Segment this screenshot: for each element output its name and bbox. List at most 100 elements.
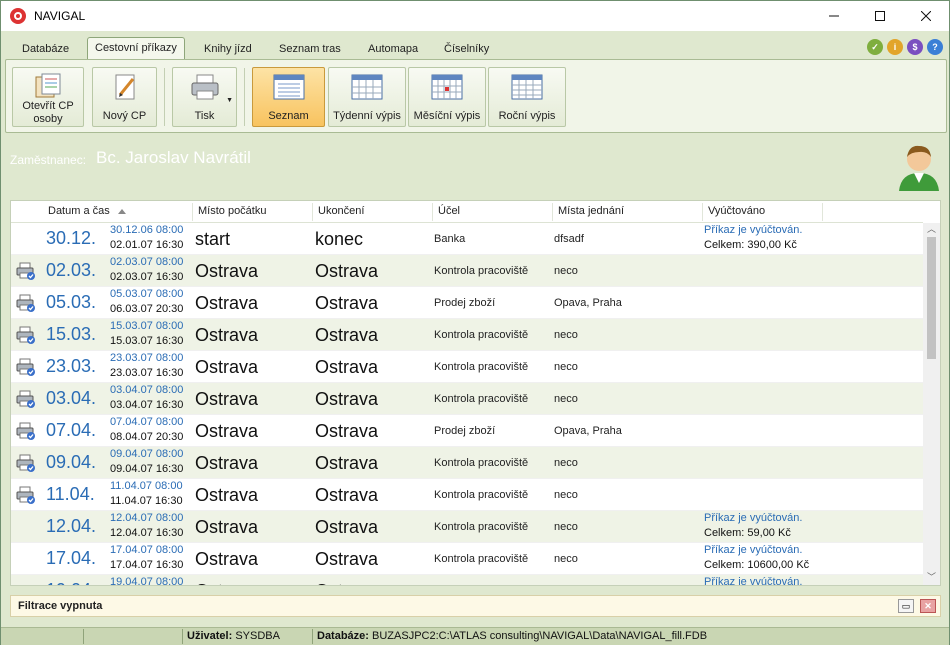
row-date: 15.03.: [46, 324, 97, 344]
row-start-place: Ostrava: [195, 325, 259, 345]
help-icon[interactable]: ?: [927, 39, 943, 55]
printer-icon: [189, 72, 221, 102]
new-cp-button[interactable]: Nový CP: [92, 67, 157, 127]
print-button[interactable]: Tisk ▼: [172, 67, 237, 127]
row-end-place: Ostrava: [315, 517, 379, 537]
row-start-time: 09.04.07 08:00: [110, 448, 184, 460]
column-header-mista-jednani[interactable]: Místa jednání: [558, 205, 624, 221]
table-row[interactable]: 07.04. 07.04.07 08:00 08.04.07 20:30 Ostrav…: [11, 415, 923, 447]
row-start-place: Ostrava: [195, 293, 259, 313]
tab-knihy-jizd[interactable]: Knihy jízd: [194, 39, 262, 59]
table-row[interactable]: 15.03. 15.03.07 08:00 15.03.07 16:30 Ostrav…: [11, 319, 923, 351]
info-icon[interactable]: i: [887, 39, 903, 55]
row-purpose: Banka: [434, 233, 466, 245]
row-end-time: 08.04.07 20:30: [110, 431, 184, 443]
tab-cestovni-prikazy[interactable]: Cestovní příkazy: [87, 37, 185, 60]
row-purpose: Kontrola pracoviště: [434, 361, 529, 373]
view-weekly-label: Týdenní výpis: [333, 110, 401, 122]
view-list-button[interactable]: Seznam: [252, 67, 325, 127]
view-monthly-button[interactable]: Měsíční výpis: [408, 67, 486, 127]
row-purpose: Kontrola pracoviště: [434, 393, 529, 405]
table-row[interactable]: 05.03. 05.03.07 08:00 06.03.07 20:30 Ostrav…: [11, 287, 923, 319]
row-meeting-places: dfsadf: [554, 233, 584, 245]
orders-grid: Datum a čas Místo počátku Ukončení Účel …: [10, 200, 941, 586]
table-row[interactable]: 02.03. 02.03.07 08:00 02.03.07 16:30 Ostrav…: [11, 255, 923, 287]
row-start-time: 02.03.07 08:00: [110, 256, 184, 268]
column-header-misto-pocatku[interactable]: Místo počátku: [198, 205, 266, 221]
column-header-ucel[interactable]: Účel: [438, 205, 460, 221]
row-purpose: Kontrola pracoviště: [434, 553, 529, 565]
row-date: 09.04.: [46, 452, 97, 472]
filter-edit-button[interactable]: ▭: [898, 599, 914, 613]
table-row[interactable]: 03.04. 03.04.07 08:00 03.04.07 16:30 Ostrav…: [11, 383, 923, 415]
filter-clear-button[interactable]: ✕: [920, 599, 936, 613]
tab-seznam-tras[interactable]: Seznam tras: [269, 39, 351, 59]
row-end-time: 02.03.07 16:30: [110, 271, 184, 283]
row-meeting-places: neco: [554, 265, 578, 277]
row-start-time: 19.04.07 08:00: [110, 576, 184, 586]
filter-status: Filtrace vypnuta: [18, 600, 103, 612]
table-row[interactable]: 30.12. 30.12.06 08:00 02.01.07 16:30 start k…: [11, 223, 923, 255]
close-button[interactable]: [903, 1, 949, 31]
scroll-up-icon[interactable]: ︿: [927, 225, 936, 234]
maximize-icon: [875, 11, 885, 21]
minimize-icon: [829, 15, 839, 17]
column-header-ukonceni[interactable]: Ukončení: [318, 205, 364, 221]
row-end-time: 06.03.07 20:30: [110, 303, 184, 315]
table-row[interactable]: 09.04. 09.04.07 08:00 09.04.07 16:30 Ostrav…: [11, 447, 923, 479]
row-start-place: Ostrava: [195, 453, 259, 473]
row-end-time: 03.04.07 16:30: [110, 399, 184, 411]
row-start-place: Ostrava: [195, 389, 259, 409]
maximize-button[interactable]: [857, 1, 903, 31]
minimize-button[interactable]: [811, 1, 857, 31]
tab-ciselniky[interactable]: Číselníky: [434, 39, 499, 59]
row-start-place: Ostrava: [195, 485, 259, 505]
tab-automapa[interactable]: Automapa: [358, 39, 428, 59]
table-row[interactable]: 12.04. 12.04.07 08:00 12.04.07 16:30 Ostrav…: [11, 511, 923, 543]
row-meeting-places: neco: [554, 393, 578, 405]
view-yearly-button[interactable]: Roční výpis: [488, 67, 566, 127]
printed-check-icon: [16, 294, 36, 312]
scroll-down-icon[interactable]: ﹀: [927, 573, 936, 582]
row-date: 11.04.: [46, 484, 95, 504]
new-cp-label: Nový CP: [102, 110, 147, 122]
grid-header: Datum a čas Místo počátku Ukončení Účel …: [11, 201, 923, 223]
edit-check-icon[interactable]: ✓: [867, 39, 883, 55]
row-end-time: 11.04.07 16:30: [110, 495, 183, 507]
tab-databaze[interactable]: Databáze: [12, 39, 79, 59]
row-start-time: 03.04.07 08:00: [110, 384, 184, 396]
row-settled-total: Celkem: 390,00 Kč: [704, 239, 797, 251]
row-start-place: Ostrava: [195, 549, 259, 569]
row-end-time: 23.03.07 16:30: [110, 367, 184, 379]
row-end-place: Ostrava: [315, 421, 379, 441]
row-settled-total: Celkem: 59,00 Kč: [704, 527, 791, 539]
row-purpose: Prodej zboží: [434, 425, 496, 437]
printed-check-icon: [16, 422, 36, 440]
row-end-place: Ostrava: [315, 389, 379, 409]
title-bar: NAVIGAL: [1, 1, 949, 31]
scrollbar-thumb[interactable]: [927, 237, 936, 359]
column-header-vyuctovano[interactable]: Vyúčtováno: [708, 205, 765, 221]
row-end-place: Ostrava: [315, 293, 379, 313]
printed-check-icon: [16, 486, 36, 504]
view-yearly-label: Roční výpis: [498, 110, 556, 122]
chevron-down-icon[interactable]: ▼: [226, 94, 233, 107]
row-meeting-places: neco: [554, 361, 578, 373]
table-row[interactable]: 19.04. 19.04.07 08:00 Ostrava Ostrava Příkaz…: [11, 575, 923, 586]
row-purpose: Kontrola pracoviště: [434, 457, 529, 469]
row-start-time: 15.03.07 08:00: [110, 320, 184, 332]
table-row[interactable]: 23.03. 23.03.07 08:00 23.03.07 16:30 Ostrav…: [11, 351, 923, 383]
user-avatar-icon[interactable]: [897, 143, 941, 191]
row-end-place: Ostrava: [315, 261, 379, 281]
table-row[interactable]: 17.04. 17.04.07 08:00 17.04.07 16:30 Ostrav…: [11, 543, 923, 575]
column-header-datum[interactable]: Datum a čas: [48, 205, 126, 221]
settings-icon[interactable]: $: [907, 39, 923, 55]
vertical-scrollbar[interactable]: ︿ ﹀: [923, 223, 940, 585]
row-meeting-places: Opava, Praha: [554, 425, 622, 437]
view-weekly-button[interactable]: Týdenní výpis: [328, 67, 406, 127]
row-end-place: Ostrava: [315, 549, 379, 569]
table-row[interactable]: 11.04. 11.04.07 08:00 11.04.07 16:30 Ostrav…: [11, 479, 923, 511]
document-icon: ▭: [901, 600, 911, 611]
row-end-place: Ostrava: [315, 453, 379, 473]
open-cp-button[interactable]: Otevřít CP osoby: [12, 67, 84, 127]
